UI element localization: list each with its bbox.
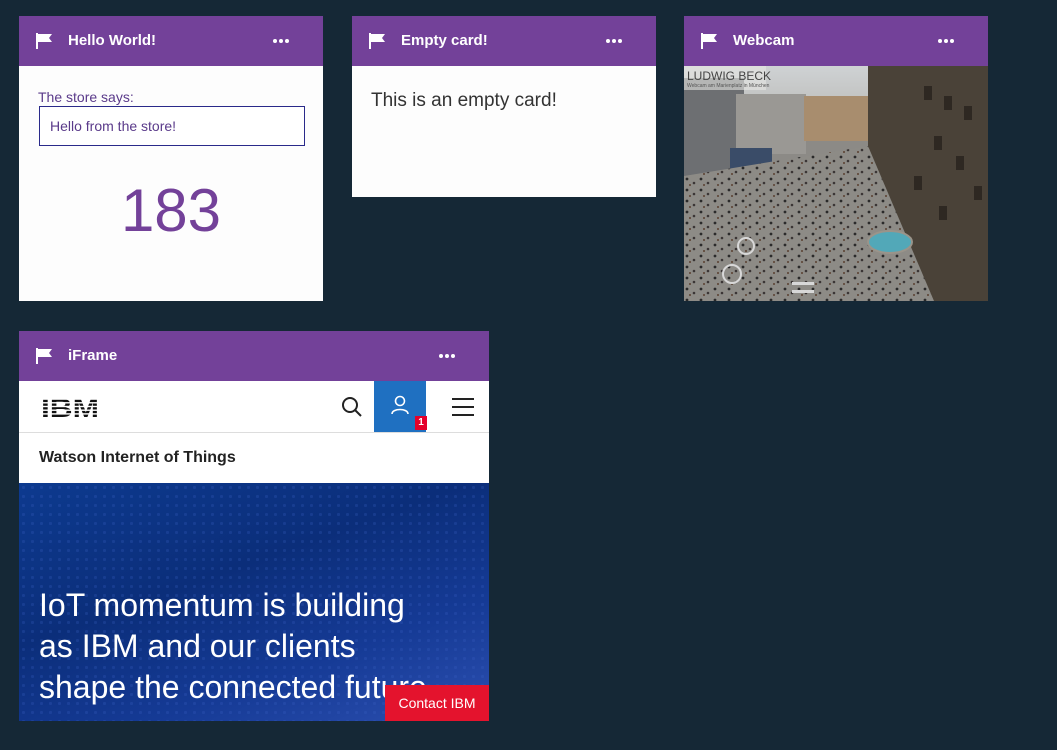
hello-world-card: Hello World! The store says: 183 bbox=[19, 16, 323, 301]
card-title: Empty card! bbox=[401, 32, 488, 49]
ibm-logo-text: IBM bbox=[41, 396, 99, 418]
menu-icon[interactable] bbox=[451, 396, 475, 418]
empty-card: Empty card! This is an empty card! bbox=[352, 16, 656, 197]
counter-value: 183 bbox=[120, 177, 222, 244]
flag-icon bbox=[36, 33, 52, 49]
card-header: iFrame bbox=[19, 331, 489, 381]
notification-badge: 1 bbox=[415, 416, 427, 430]
subnav-title[interactable]: Watson Internet of Things bbox=[39, 449, 236, 467]
card-header: Webcam bbox=[684, 16, 988, 66]
flag-icon bbox=[701, 33, 717, 49]
search-icon[interactable] bbox=[341, 396, 363, 418]
card-title: Hello World! bbox=[68, 32, 157, 49]
user-account-button[interactable]: 1 bbox=[374, 381, 427, 432]
iframe-card: iFrame IBM 1 Watson Internet of Things I… bbox=[19, 331, 489, 721]
webcam-card: Webcam LUDWIG BECK Webcam am Marienplatz… bbox=[684, 16, 988, 301]
more-options-icon[interactable] bbox=[439, 354, 455, 358]
webcam-caption: LUDWIG BECK bbox=[687, 69, 771, 83]
webcam-subcaption: Webcam am Marienplatz in München bbox=[687, 83, 770, 89]
ibm-subnav: Watson Internet of Things bbox=[19, 433, 489, 483]
flag-icon bbox=[36, 348, 52, 364]
more-options-icon[interactable] bbox=[606, 39, 622, 43]
empty-card-text: This is an empty card! bbox=[371, 90, 557, 111]
more-options-icon[interactable] bbox=[273, 39, 289, 43]
ibm-logo[interactable]: IBM bbox=[41, 396, 99, 418]
store-input[interactable] bbox=[39, 106, 305, 146]
card-header: Hello World! bbox=[19, 16, 323, 66]
flag-icon bbox=[369, 33, 385, 49]
more-options-icon[interactable] bbox=[938, 39, 954, 43]
contact-ibm-button[interactable]: Contact IBM bbox=[385, 685, 489, 721]
card-title: Webcam bbox=[733, 32, 795, 49]
ibm-masthead: IBM 1 bbox=[19, 381, 489, 433]
user-icon bbox=[391, 395, 409, 415]
card-title: iFrame bbox=[68, 347, 118, 364]
card-header: Empty card! bbox=[352, 16, 656, 66]
store-label: The store says: bbox=[38, 89, 134, 105]
webcam-image: LUDWIG BECK Webcam am Marienplatz in Mün… bbox=[684, 66, 988, 301]
